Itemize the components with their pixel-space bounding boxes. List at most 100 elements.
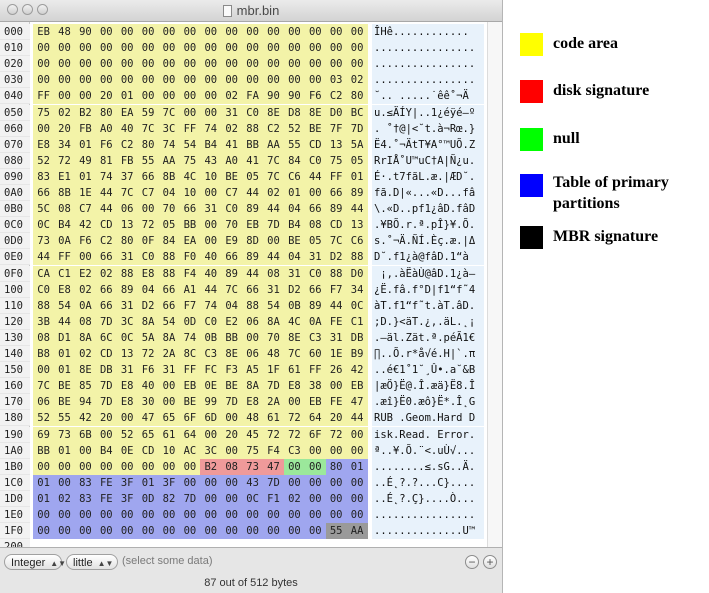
hex-byte[interactable]: B2 [200, 458, 222, 475]
hex-byte[interactable]: 00 [200, 507, 222, 523]
hex-byte[interactable]: 43 [200, 152, 222, 169]
hex-byte[interactable]: 00 [95, 507, 117, 523]
hex-byte[interactable]: 00 [221, 442, 243, 459]
hex-byte[interactable]: EB [33, 24, 55, 40]
hex-byte[interactable]: 00 [53, 507, 76, 523]
hex-byte[interactable]: 00 [304, 507, 326, 523]
hex-byte[interactable]: 89 [304, 297, 326, 314]
ascii-text[interactable]: àT.f1“f˜t.àT.âD. [372, 297, 484, 314]
hex-byte[interactable]: 02 [53, 104, 76, 121]
hex-byte[interactable]: 72 [325, 426, 347, 443]
hex-byte[interactable]: 54 [158, 313, 180, 330]
hex-byte[interactable]: 0E [200, 378, 222, 395]
hex-byte[interactable]: 73 [33, 233, 55, 250]
hex-byte[interactable]: 88 [158, 265, 180, 282]
hex-byte[interactable]: 85 [74, 378, 96, 395]
hex-byte[interactable]: E9 [221, 233, 243, 250]
hex-byte[interactable]: 00 [53, 523, 76, 540]
hex-byte[interactable]: 8A [242, 378, 264, 395]
hex-byte[interactable]: 00 [304, 474, 326, 491]
hex-byte[interactable]: F6 [95, 136, 117, 153]
hex-byte[interactable]: 00 [325, 474, 347, 491]
hex-byte[interactable]: 8A [262, 313, 285, 330]
hex-byte[interactable]: 8E [283, 329, 305, 346]
hex-byte[interactable]: 31 [116, 249, 138, 266]
hex-byte[interactable]: 3C [116, 313, 138, 330]
hex-byte[interactable]: 31 [116, 362, 138, 379]
hex-byte[interactable]: 66 [95, 249, 117, 266]
hex-byte[interactable]: 31 [325, 329, 347, 346]
ascii-text[interactable]: É·.t7fãL.æ.|ÆD˘. [372, 168, 484, 185]
hex-byte[interactable]: 05 [158, 217, 180, 234]
hex-byte[interactable]: 44 [53, 313, 76, 330]
hex-byte[interactable]: 00 [158, 72, 180, 89]
hex-byte[interactable]: 00 [242, 329, 264, 346]
hex-byte[interactable]: 47 [346, 394, 368, 411]
hex-byte[interactable]: 8B [53, 185, 76, 201]
hex-byte[interactable]: 7D [221, 394, 243, 411]
hex-byte[interactable]: 00 [116, 40, 138, 57]
hex-byte[interactable]: 31 [283, 265, 305, 282]
hex-byte[interactable]: 6C [95, 329, 117, 346]
hex-byte[interactable]: 7D [179, 490, 201, 507]
hex-byte[interactable]: BB [33, 442, 55, 459]
hex-byte[interactable]: 00 [325, 378, 347, 395]
ascii-text[interactable]: ¡‚.àËàÙ@âD.1¿à– [372, 265, 484, 282]
hex-byte[interactable]: CD [95, 217, 117, 234]
hex-byte[interactable]: 20 [221, 426, 243, 443]
hex-byte[interactable]: 90 [283, 88, 305, 105]
hex-byte[interactable]: 00 [179, 40, 201, 57]
hex-byte[interactable]: 88 [325, 265, 347, 282]
hex-byte[interactable]: 44 [200, 281, 222, 298]
hex-byte[interactable]: 00 [95, 56, 117, 73]
hex-byte[interactable]: 6D [200, 410, 222, 427]
hex-byte[interactable]: 64 [304, 410, 326, 427]
hex-byte[interactable]: 7C [158, 104, 180, 121]
hex-byte[interactable]: E2 [74, 265, 96, 282]
hex-byte[interactable]: 34 [346, 281, 368, 298]
hex-byte[interactable]: EA [179, 233, 201, 250]
hex-byte[interactable]: 89 [116, 281, 138, 298]
hex-byte[interactable]: 34 [53, 136, 76, 153]
hex-byte[interactable]: 00 [179, 474, 201, 491]
hex-byte[interactable]: 00 [325, 40, 347, 57]
hex-byte[interactable]: 00 [74, 458, 96, 475]
hex-byte[interactable]: 04 [283, 249, 305, 266]
hex-byte[interactable]: 04 [158, 185, 180, 201]
hex-byte[interactable]: 72 [283, 426, 305, 443]
hex-byte[interactable]: 00 [200, 72, 222, 89]
hex-byte[interactable]: 74 [95, 168, 117, 185]
hex-byte[interactable]: F0 [179, 249, 201, 266]
hex-byte[interactable]: 00 [33, 56, 55, 73]
hex-byte[interactable]: 52 [33, 410, 55, 427]
hex-byte[interactable]: C2 [116, 136, 138, 153]
hex-byte[interactable]: 08 [33, 329, 55, 346]
hex-byte[interactable]: 31 [200, 201, 222, 218]
hex-byte[interactable]: 00 [33, 362, 55, 379]
hex-byte[interactable]: C7 [137, 185, 159, 201]
hex-byte[interactable]: 00 [200, 474, 222, 491]
hex-byte[interactable]: 10 [158, 442, 180, 459]
hex-byte[interactable]: 00 [262, 40, 285, 57]
hex-byte[interactable]: 00 [283, 394, 305, 411]
hex-byte[interactable]: 00 [74, 442, 96, 459]
hex-byte[interactable]: 00 [325, 490, 347, 507]
hex-byte[interactable]: 00 [242, 56, 264, 73]
hex-byte[interactable]: C0 [242, 104, 264, 121]
hex-byte[interactable]: 66 [179, 201, 201, 218]
ascii-text[interactable]: ................ [372, 72, 484, 89]
hex-byte[interactable]: F1 [262, 490, 285, 507]
ascii-text[interactable]: .–äl.Zät.ª.péÃ1€ [372, 329, 484, 346]
hex-byte[interactable]: 80 [137, 136, 159, 153]
remove-inspector-button[interactable]: − [465, 555, 479, 569]
hex-byte[interactable]: FE [95, 490, 117, 507]
hex-byte[interactable]: C1 [346, 313, 368, 330]
hex-byte[interactable]: DB [346, 329, 368, 346]
ascii-text[interactable]: ;D.}<äT.¿‚.äL.˛¡ [372, 313, 484, 330]
hex-byte[interactable]: 89 [221, 265, 243, 282]
hex-byte[interactable]: 7D [95, 378, 117, 395]
hex-byte[interactable]: 41 [242, 152, 264, 169]
hex-byte[interactable]: 52 [283, 120, 305, 137]
ascii-text[interactable]: isk.Read. Error. [372, 426, 484, 443]
hex-byte[interactable]: 00 [158, 88, 180, 105]
